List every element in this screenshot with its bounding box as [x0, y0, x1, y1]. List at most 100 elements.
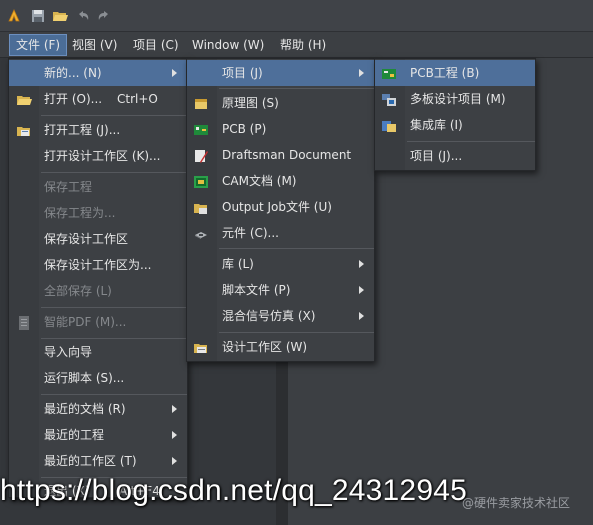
menu-item-recent-projects[interactable]: 最近的工程 — [9, 422, 187, 448]
menu-item-label: Output Job文件 (U) — [222, 200, 332, 214]
menu-window[interactable]: Window (W) — [186, 34, 270, 56]
menu-item-open[interactable]: 打开 (O)... Ctrl+O — [9, 86, 187, 112]
menu-item-label: 打开设计工作区 (K)... — [44, 149, 161, 163]
menu-item-save-workspace[interactable]: 保存设计工作区 — [9, 226, 187, 252]
undo-icon[interactable] — [74, 7, 92, 25]
menu-separator — [219, 248, 374, 249]
menu-item-label: 打开 (O)... — [44, 92, 103, 106]
menu-item-label: 运行脚本 (S)... — [44, 371, 125, 385]
menu-item-save-all[interactable]: 全部保存 (L) — [9, 278, 187, 304]
menu-item-label: 原理图 (S) — [222, 96, 279, 110]
menu-item-save-workspace-as[interactable]: 保存设计工作区为... — [9, 252, 187, 278]
menu-separator — [219, 88, 374, 89]
workspace-icon — [193, 339, 209, 355]
menu-file[interactable]: 文件 (F) — [9, 34, 68, 56]
watermark-caption: @硬件卖家技术社区 — [462, 496, 571, 510]
menu-item-label: 导入向导 — [44, 345, 93, 359]
menu-item-label: 打开工程 (J)... — [44, 123, 121, 137]
menu-item-draftsman[interactable]: Draftsman Document — [187, 142, 374, 168]
menu-item-smart-pdf[interactable]: 智能PDF (M)... — [9, 309, 187, 335]
menu-item-label: 最近的工作区 (T) — [44, 454, 137, 468]
menu-item-run-script[interactable]: 运行脚本 (S)... — [9, 365, 187, 391]
menu-item-label: 最近的工程 — [44, 428, 105, 442]
menu-item-multiboard-project[interactable]: 多板设计项目 (M) — [375, 86, 535, 112]
menu-item-save-project[interactable]: 保存工程 — [9, 174, 187, 200]
menu-item-cam[interactable]: CAM文档 (M) — [187, 168, 374, 194]
integrated-library-icon — [381, 117, 397, 133]
menu-item-label: 最近的文档 (R) — [44, 402, 126, 416]
menu-item-label: 多板设计项目 (M) — [410, 92, 506, 106]
menu-item-recent-documents[interactable]: 最近的文档 (R) — [9, 396, 187, 422]
output-job-icon — [193, 199, 209, 215]
shortcut-label: Ctrl+O — [117, 92, 158, 106]
menu-item-label: 项目 (J) — [222, 66, 263, 80]
menu-item-label: 混合信号仿真 (X) — [222, 309, 316, 323]
project-submenu: PCB工程 (B) 多板设计项目 (M) 集成库 (I) 项目 (J)... — [374, 58, 536, 171]
title-toolbar — [0, 0, 593, 32]
menu-item-output-job[interactable]: Output Job文件 (U) — [187, 194, 374, 220]
menu-item-project[interactable]: 项目 (J) — [187, 60, 374, 86]
menu-item-label: Draftsman Document — [222, 148, 352, 162]
menu-item-save-project-as[interactable]: 保存工程为... — [9, 200, 187, 226]
menu-item-label: 保存设计工作区 — [44, 232, 129, 246]
menu-item-recent-workspaces[interactable]: 最近的工作区 (T) — [9, 448, 187, 474]
menu-item-import-wizard[interactable]: 导入向导 — [9, 339, 187, 365]
menu-item-label: 库 (L) — [222, 257, 254, 271]
multiboard-icon — [381, 91, 397, 107]
menu-item-design-workspace[interactable]: 设计工作区 (W) — [187, 334, 374, 360]
menu-item-pcb[interactable]: PCB (P) — [187, 116, 374, 142]
menu-separator — [41, 115, 187, 116]
menu-item-label: 集成库 (I) — [410, 118, 463, 132]
menu-separator — [41, 394, 187, 395]
pcb-icon — [193, 121, 209, 137]
submenu-arrow-icon — [359, 286, 364, 294]
menu-item-schematic[interactable]: 原理图 (S) — [187, 90, 374, 116]
menu-item-label: 保存工程 — [44, 180, 93, 194]
pcb-project-icon — [381, 65, 397, 81]
menu-item-component[interactable]: 元件 (C)... — [187, 220, 374, 246]
menu-separator — [407, 141, 535, 142]
menu-item-label: 全部保存 (L) — [44, 284, 112, 298]
menu-help[interactable]: 帮助 (H) — [274, 34, 332, 56]
submenu-arrow-icon — [172, 457, 177, 465]
menu-item-label: 设计工作区 (W) — [222, 340, 308, 354]
submenu-arrow-icon — [359, 69, 364, 77]
new-submenu: 项目 (J) 原理图 (S) PCB (P) Draftsman Documen… — [186, 58, 375, 362]
menu-bar: 文件 (F) 视图 (V) 项目 (C) Window (W) 帮助 (H) — [0, 32, 593, 58]
menu-separator — [41, 172, 187, 173]
open-folder-icon — [16, 91, 32, 107]
open-project-icon — [16, 122, 32, 138]
menu-item-integrated-library[interactable]: 集成库 (I) — [375, 112, 535, 138]
menu-item-project-more[interactable]: 项目 (J)... — [375, 143, 535, 169]
menu-item-label: PCB (P) — [222, 122, 267, 136]
submenu-arrow-icon — [359, 312, 364, 320]
menu-item-open-workspace[interactable]: 打开设计工作区 (K)... — [9, 143, 187, 169]
submenu-arrow-icon — [359, 260, 364, 268]
menu-item-label: 新的... (N) — [44, 66, 102, 80]
submenu-arrow-icon — [172, 431, 177, 439]
watermark-url: https://blog.csdn.net/qq_24312945 — [0, 474, 467, 507]
component-icon — [193, 225, 209, 241]
menu-project[interactable]: 项目 (C) — [127, 34, 185, 56]
redo-icon[interactable] — [95, 7, 113, 25]
menu-separator — [219, 332, 374, 333]
menu-item-label: 保存工程为... — [44, 206, 116, 220]
menu-item-open-project[interactable]: 打开工程 (J)... — [9, 117, 187, 143]
file-menu: 新的... (N) 打开 (O)... Ctrl+O 打开工程 (J)... 打… — [8, 58, 188, 498]
schematic-icon — [193, 95, 209, 111]
open-folder-icon[interactable] — [51, 7, 69, 25]
menu-item-script-file[interactable]: 脚本文件 (P) — [187, 277, 374, 303]
menu-item-pcb-project[interactable]: PCB工程 (B) — [375, 60, 535, 86]
save-icon[interactable] — [29, 7, 47, 25]
submenu-arrow-icon — [172, 69, 177, 77]
draftsman-icon — [193, 147, 209, 163]
menu-item-label: CAM文档 (M) — [222, 174, 297, 188]
menu-item-mixed-signal-sim[interactable]: 混合信号仿真 (X) — [187, 303, 374, 329]
menu-item-library[interactable]: 库 (L) — [187, 251, 374, 277]
cam-icon — [193, 173, 209, 189]
menu-view[interactable]: 视图 (V) — [66, 34, 123, 56]
menu-item-label: 智能PDF (M)... — [44, 315, 127, 329]
altium-logo-icon[interactable] — [5, 7, 23, 25]
pdf-icon — [16, 314, 32, 330]
menu-item-new[interactable]: 新的... (N) — [9, 60, 187, 86]
